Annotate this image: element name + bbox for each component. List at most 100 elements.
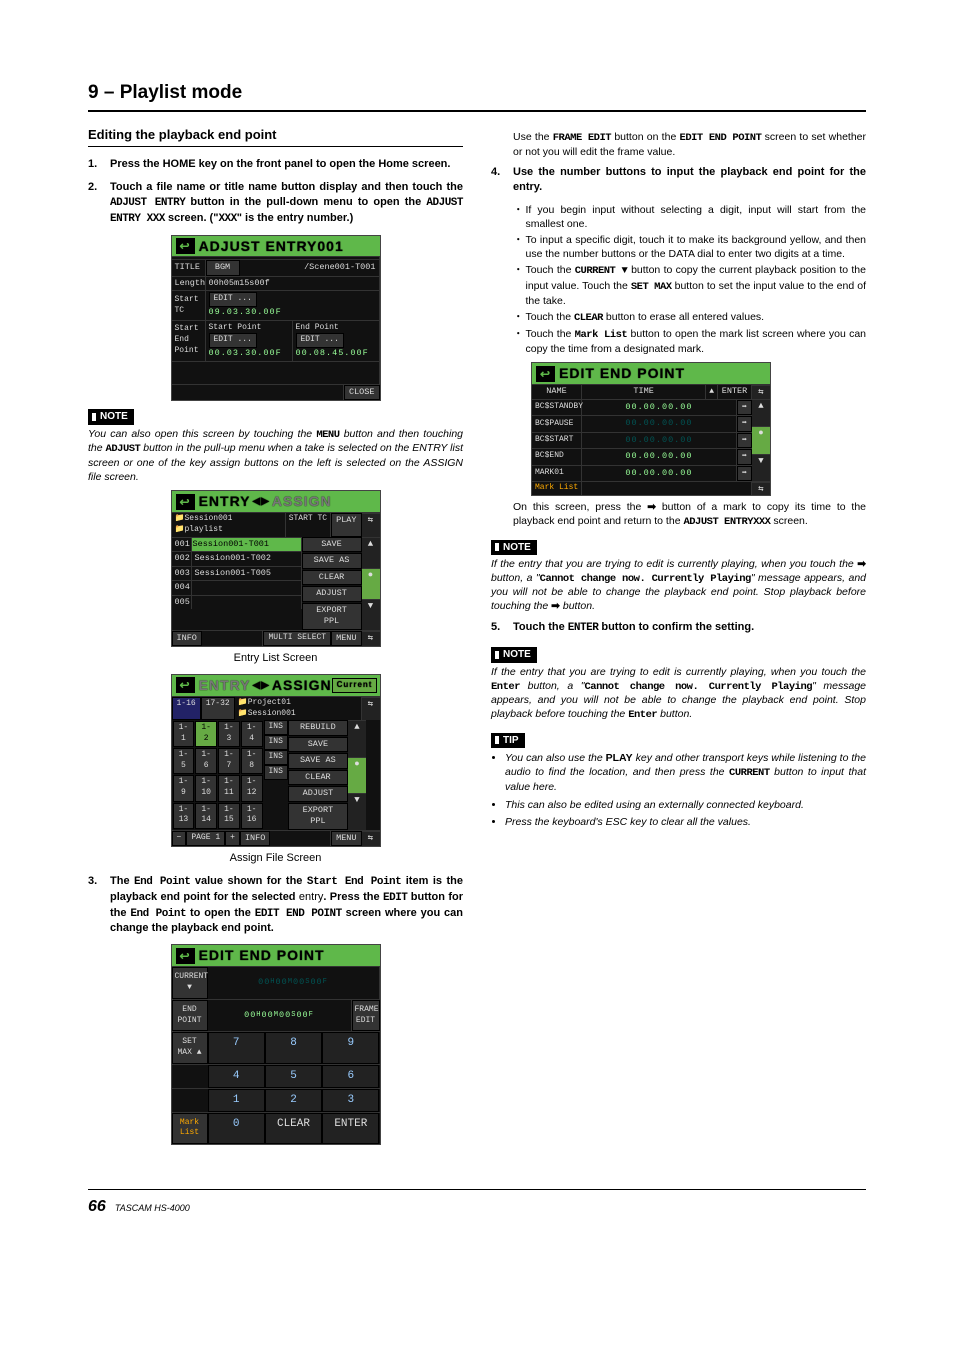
- section-title: Editing the playback end point: [88, 126, 463, 148]
- scroll-up-icon[interactable]: ▲: [348, 720, 366, 756]
- rebuild-button[interactable]: REBUILD: [288, 720, 348, 735]
- mark-list-button[interactable]: Mark List: [172, 1113, 208, 1145]
- scroll-thumb-icon[interactable]: ●: [752, 426, 770, 453]
- scroll-thumb-icon[interactable]: ●: [362, 568, 380, 599]
- key-5[interactable]: 5: [265, 1065, 322, 1088]
- assign-key[interactable]: 1-4: [241, 721, 263, 747]
- ins-button[interactable]: INS: [264, 750, 288, 765]
- assign-key[interactable]: 1-6: [195, 748, 217, 774]
- assign-key[interactable]: 1-14: [195, 803, 217, 829]
- ins-button[interactable]: INS: [264, 735, 288, 750]
- scroll-up-icon[interactable]: ▲: [362, 537, 380, 568]
- adjust-button[interactable]: ADJUST: [302, 586, 362, 601]
- assign-key[interactable]: 1-15: [218, 803, 240, 829]
- sort-icon[interactable]: ▲: [706, 385, 718, 398]
- bullet: Touch the Mark List button to open the m…: [513, 327, 866, 356]
- entry-list-screen: ↩ENTRY◀▶ASSIGN 📁Session001 📁playlist STA…: [171, 490, 381, 647]
- key-8[interactable]: 8: [265, 1032, 322, 1064]
- assign-key[interactable]: 1-16: [241, 803, 263, 829]
- back-icon[interactable]: ↩: [536, 366, 555, 382]
- scroll-tool-icon[interactable]: ⇆: [362, 697, 380, 721]
- left-column: Editing the playback end point 1. Press …: [88, 126, 463, 1150]
- assign-key[interactable]: 1-1: [173, 721, 195, 747]
- set-max-button[interactable]: SET MAX ▲: [172, 1032, 208, 1064]
- key-3[interactable]: 3: [322, 1089, 379, 1112]
- scroll-tool-icon[interactable]: ⇆: [752, 482, 770, 495]
- list-item[interactable]: [192, 596, 302, 609]
- adjust-button[interactable]: ADJUST: [288, 786, 348, 801]
- multi-select-button[interactable]: MULTI SELECT: [263, 631, 331, 646]
- list-item[interactable]: Session001-T001: [192, 538, 302, 551]
- clear-button[interactable]: CLEAR: [302, 570, 362, 585]
- menu-button[interactable]: MENU: [331, 831, 361, 846]
- back-icon[interactable]: ↩: [176, 948, 195, 964]
- after-marks-text: On this screen, press the ➡ button of a …: [513, 500, 866, 529]
- assign-key[interactable]: 1-5: [173, 748, 195, 774]
- list-item[interactable]: Session001-T002: [192, 552, 302, 565]
- menu-button[interactable]: MENU: [331, 631, 361, 646]
- play-button[interactable]: PLAY: [331, 513, 361, 537]
- assign-key[interactable]: 1-10: [195, 775, 217, 801]
- back-icon[interactable]: ↩: [176, 494, 195, 510]
- close-button[interactable]: CLOSE: [344, 385, 380, 400]
- export-button[interactable]: EXPORT PPL: [288, 803, 348, 830]
- scroll-tool-icon[interactable]: ⇆: [362, 513, 380, 537]
- key-0[interactable]: 0: [208, 1113, 265, 1145]
- scroll-up-icon[interactable]: ▲: [752, 399, 770, 426]
- assign-key[interactable]: 1-11: [218, 775, 240, 801]
- footer: 66 TASCAM HS-4000: [88, 1189, 866, 1218]
- assign-key[interactable]: 1-13: [173, 803, 195, 829]
- scroll-tool-icon[interactable]: ⇆: [752, 385, 770, 398]
- save-as-button[interactable]: SAVE AS: [288, 753, 348, 768]
- page-prev-button[interactable]: −: [172, 831, 187, 846]
- assign-key[interactable]: 1-9: [173, 775, 195, 801]
- edit-starttc-button[interactable]: EDIT ...: [209, 292, 257, 307]
- key-2[interactable]: 2: [265, 1089, 322, 1112]
- current-button[interactable]: Current: [332, 678, 378, 693]
- save-button[interactable]: SAVE: [288, 737, 348, 752]
- key-6[interactable]: 6: [322, 1065, 379, 1088]
- enter-button[interactable]: ENTER: [322, 1113, 379, 1145]
- edit-sp-button[interactable]: EDIT ...: [209, 333, 257, 348]
- copy-mark-button[interactable]: ➡: [737, 466, 752, 481]
- back-icon[interactable]: ↩: [176, 238, 195, 254]
- assign-key[interactable]: 1-8: [241, 748, 263, 774]
- tab-17-32[interactable]: 17-32: [201, 697, 235, 721]
- copy-mark-button[interactable]: ➡: [737, 416, 752, 431]
- tab-1-16[interactable]: 1-16: [172, 697, 201, 721]
- scroll-dn-icon[interactable]: ▼: [362, 599, 380, 630]
- clear-button[interactable]: CLEAR: [288, 770, 348, 785]
- info-button[interactable]: INFO: [172, 631, 202, 646]
- frame-edit-button[interactable]: FRAME EDIT: [352, 1000, 380, 1032]
- ins-button[interactable]: INS: [264, 765, 288, 780]
- copy-mark-button[interactable]: ➡: [737, 400, 752, 415]
- key-9[interactable]: 9: [322, 1032, 379, 1064]
- list-item[interactable]: Session001-T005: [192, 567, 302, 580]
- back-icon[interactable]: ↩: [176, 677, 195, 693]
- key-7[interactable]: 7: [208, 1032, 265, 1064]
- assign-key[interactable]: 1-7: [218, 748, 240, 774]
- save-button[interactable]: SAVE: [302, 537, 362, 552]
- key-4[interactable]: 4: [208, 1065, 265, 1088]
- assign-key[interactable]: 1-2: [195, 721, 217, 747]
- edit-ep-button[interactable]: EDIT ...: [296, 333, 344, 348]
- current-button[interactable]: CURRENT ▼: [172, 967, 208, 999]
- copy-mark-button[interactable]: ➡: [737, 433, 752, 448]
- ins-button[interactable]: INS: [264, 720, 288, 735]
- scroll-dn-icon[interactable]: ▼: [348, 793, 366, 829]
- scroll-tool-icon[interactable]: ⇆: [362, 831, 380, 846]
- key-1[interactable]: 1: [208, 1089, 265, 1112]
- copy-mark-button[interactable]: ➡: [737, 449, 752, 464]
- save-as-button[interactable]: SAVE AS: [302, 553, 362, 568]
- scroll-tool-icon[interactable]: ⇆: [362, 631, 380, 646]
- export-button[interactable]: EXPORT PPL: [302, 603, 362, 630]
- scroll-dn-icon[interactable]: ▼: [752, 454, 770, 481]
- list-item[interactable]: [192, 581, 302, 594]
- info-button[interactable]: INFO: [240, 831, 270, 846]
- assign-key[interactable]: 1-12: [241, 775, 263, 801]
- assign-key[interactable]: 1-3: [218, 721, 240, 747]
- page-next-button[interactable]: +: [225, 831, 240, 846]
- scroll-thumb-icon[interactable]: ●: [348, 757, 366, 793]
- title-button[interactable]: BGM: [206, 260, 240, 275]
- clear-button[interactable]: CLEAR: [265, 1113, 322, 1145]
